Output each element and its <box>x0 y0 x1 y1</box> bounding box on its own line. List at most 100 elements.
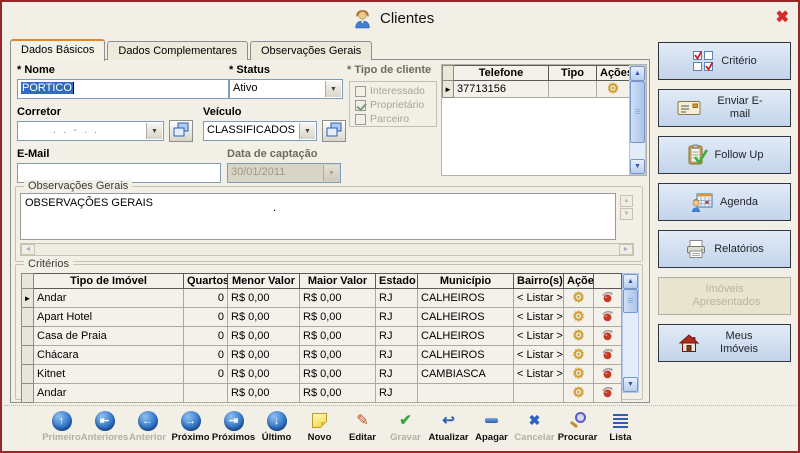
table-row[interactable]: Casa de Praia0R$ 0,00R$ 0,00RJCALHEIROS<… <box>22 327 622 346</box>
observacoes-textarea[interactable]: OBSERVAÇÕES GERAIS . <box>20 193 616 240</box>
gear-icon[interactable]: ⚙ <box>572 346 585 362</box>
bairros-cell[interactable]: < Listar > <box>514 308 564 327</box>
proximos-button[interactable]: ⇥Próximos <box>212 410 255 443</box>
agenda-button[interactable]: Agenda <box>658 183 791 221</box>
row-selector: ► <box>22 289 34 308</box>
anteriores-button[interactable]: ⇤Anteriores <box>83 410 126 443</box>
primeiro-button[interactable]: ↑Primeiro <box>40 410 83 443</box>
delete-icon[interactable] <box>601 351 614 363</box>
lista-button[interactable]: Lista <box>599 410 642 443</box>
chevron-down-icon[interactable]: ▼ <box>325 81 341 97</box>
estado-cell: RJ <box>376 308 418 327</box>
table-row[interactable]: Chácara0R$ 0,00R$ 0,00RJCALHEIROS< Lista… <box>22 346 622 365</box>
gravar-button[interactable]: ✔Gravar <box>384 410 427 443</box>
button-label: Atualizar <box>428 432 468 443</box>
note-icon <box>312 413 327 428</box>
bairros-cell[interactable]: < Listar > <box>514 327 564 346</box>
tab-dados-basicos[interactable]: Dados Básicos <box>10 39 105 61</box>
observacoes-hscrollbar[interactable]: ◄ ► <box>20 243 634 256</box>
bairros-cell[interactable]: < Listar > <box>514 289 564 308</box>
proximos-icon: ⇥ <box>224 411 244 431</box>
checkbox-icon <box>355 114 366 125</box>
veiculo-select[interactable]: CLASSIFICADOS▼ <box>203 121 317 141</box>
scroll-thumb[interactable] <box>630 81 645 143</box>
scroll-right-icon[interactable]: ► <box>619 244 633 255</box>
gear-icon[interactable]: ⚙ <box>607 81 620 97</box>
scroll-up-icon[interactable]: ▲ <box>623 274 638 289</box>
telefones-scrollbar[interactable]: ▲ ▼ <box>629 65 646 175</box>
close-icon[interactable]: ✖ <box>776 7 789 27</box>
follow-up-button[interactable]: Follow Up <box>658 136 791 174</box>
scroll-thumb[interactable] <box>623 289 638 313</box>
gear-icon[interactable]: ⚙ <box>572 365 585 381</box>
tab-observacoes-gerais[interactable]: Observações Gerais <box>250 41 372 60</box>
bairros-cell[interactable]: < Listar > <box>514 365 564 384</box>
scroll-down-icon[interactable]: ▼ <box>630 159 645 174</box>
chevron-down-icon[interactable]: ▼ <box>146 123 162 139</box>
scroll-up-icon[interactable]: ▲ <box>620 195 633 207</box>
table-row[interactable]: Kitnet0R$ 0,00R$ 0,00RJCAMBIASCA< Listar… <box>22 365 622 384</box>
gear-icon[interactable]: ⚙ <box>572 308 585 324</box>
button-label: Anteriores <box>81 432 129 443</box>
atualizar-button[interactable]: ↩Atualizar <box>427 410 470 443</box>
data-captacao-select[interactable]: 30/01/2011▼ <box>227 163 341 183</box>
checkbox-proprietario[interactable]: Proprietário <box>355 99 431 111</box>
scroll-left-icon[interactable]: ◄ <box>21 244 35 255</box>
nome-input[interactable]: PORTICO <box>17 79 229 99</box>
delete-icon[interactable] <box>601 294 614 306</box>
delete-icon[interactable] <box>601 370 614 382</box>
tipo-imovel-cell: Casa de Praia <box>34 327 184 346</box>
acoes-cell: ⚙ <box>564 346 594 365</box>
relatorios-button[interactable]: Relatórios <box>658 230 791 268</box>
corretor-select[interactable]: . . - . .▼ <box>17 121 164 141</box>
scroll-up-icon[interactable]: ▲ <box>630 66 645 81</box>
chevron-down-icon[interactable]: ▼ <box>299 123 315 139</box>
novo-button[interactable]: Novo <box>298 410 341 443</box>
veiculo-browse-button[interactable] <box>322 120 346 142</box>
table-row[interactable]: Apart Hotel0R$ 0,00R$ 0,00RJCALHEIROS< L… <box>22 308 622 327</box>
proximo-button[interactable]: →Próximo <box>169 410 212 443</box>
quartos-cell: 0 <box>184 327 228 346</box>
bairros-cell[interactable]: < Listar > <box>514 346 564 365</box>
editar-button[interactable]: ✎Editar <box>341 410 384 443</box>
delete-icon[interactable] <box>601 313 614 325</box>
delete-cell <box>594 346 622 365</box>
corretor-label: Corretor <box>17 106 61 118</box>
layers-icon <box>325 122 343 141</box>
apagar-button[interactable]: Apagar <box>470 410 513 443</box>
toolbar: ↑Primeiro⇤Anteriores←Anterior→Próximo⇥Pr… <box>4 405 796 449</box>
gear-icon[interactable]: ⚙ <box>572 384 585 400</box>
estado-cell: RJ <box>376 327 418 346</box>
telefones-table: TelefoneTipoAções►37713156⚙ <box>442 65 630 98</box>
delete-icon[interactable] <box>601 389 614 401</box>
criterio-button[interactable]: Critério <box>658 42 791 80</box>
anterior-button[interactable]: ←Anterior <box>126 410 169 443</box>
column-header: Ações <box>597 66 630 81</box>
status-select[interactable]: Ativo▼ <box>229 79 343 99</box>
quartos-cell <box>184 384 228 403</box>
data-captacao-label: Data de captação <box>227 148 317 160</box>
criterios-scrollbar[interactable]: ▲ ▼ <box>622 273 639 393</box>
checkbox-interessado[interactable]: Interessado <box>355 85 431 97</box>
table-row[interactable]: ►Andar0R$ 0,00R$ 0,00RJCALHEIROS< Listar… <box>22 289 622 308</box>
corretor-browse-button[interactable] <box>169 120 193 142</box>
table-row[interactable]: ►37713156⚙ <box>443 81 630 98</box>
enviar-e-mail-button[interactable]: Enviar E-mail <box>658 89 791 127</box>
gear-icon[interactable]: ⚙ <box>572 327 585 343</box>
procurar-button[interactable]: Procurar <box>556 410 599 443</box>
table-row[interactable]: AndarR$ 0,00R$ 0,00RJ⚙ <box>22 384 622 403</box>
gear-icon[interactable]: ⚙ <box>572 289 585 305</box>
ultimo-button[interactable]: ↓Último <box>255 410 298 443</box>
delete-cell <box>594 289 622 308</box>
button-label: Primeiro <box>42 432 81 443</box>
tab-dados-complementares[interactable]: Dados Complementares <box>107 41 248 60</box>
scroll-down-icon[interactable]: ▼ <box>623 377 638 392</box>
cancelar-button[interactable]: ✖Cancelar <box>513 410 556 443</box>
column-header: Maior Valor <box>300 274 376 289</box>
meus-imoveis-button[interactable]: Meus Imóveis <box>658 324 791 362</box>
imoveis-apresentados-button[interactable]: Imóveis Apresentados <box>658 277 791 315</box>
checkbox-parceiro[interactable]: Parceiro <box>355 113 431 125</box>
delete-icon[interactable] <box>601 332 614 344</box>
scroll-down-icon[interactable]: ▼ <box>620 208 633 220</box>
maior-valor-cell: R$ 0,00 <box>300 346 376 365</box>
